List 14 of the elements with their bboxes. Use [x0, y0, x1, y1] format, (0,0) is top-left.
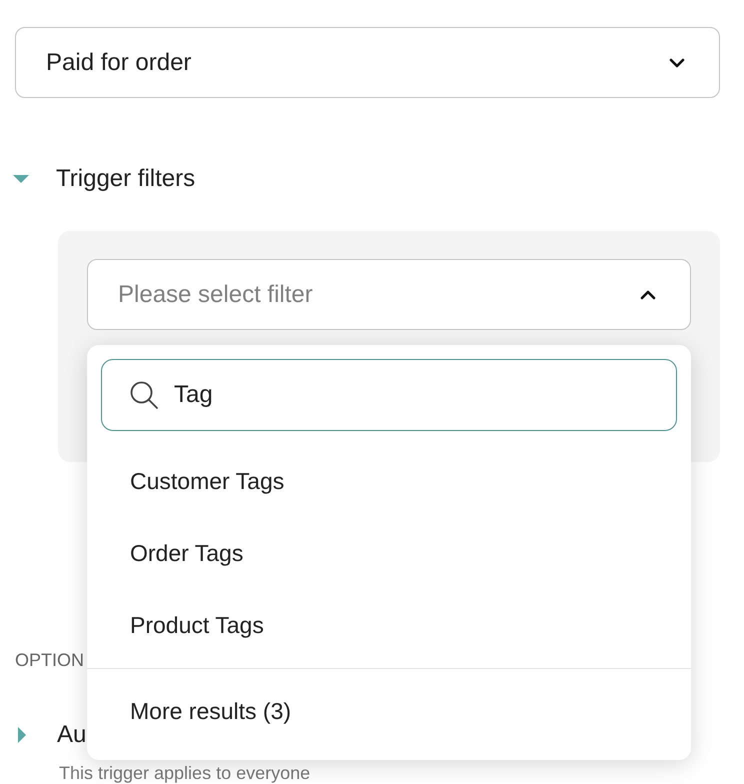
section-description: This trigger applies to everyone: [59, 763, 312, 783]
dropdown-option[interactable]: Product Tags: [87, 589, 691, 661]
search-field[interactable]: Tag: [101, 359, 677, 431]
section-heading: OPTION: [15, 650, 84, 671]
more-results-option[interactable]: More results (3): [87, 669, 691, 753]
select-value: Paid for order: [46, 48, 192, 76]
search-icon: [129, 380, 159, 410]
dropdown-option[interactable]: Order Tags: [87, 517, 691, 589]
dropdown-option[interactable]: Customer Tags: [87, 445, 691, 517]
section-title: Trigger filters: [56, 165, 196, 193]
trigger-select[interactable]: Paid for order: [15, 27, 720, 98]
select-placeholder: Please select filter: [118, 280, 313, 308]
filter-select[interactable]: Please select filter: [87, 259, 691, 330]
section-title: Au: [57, 721, 86, 749]
